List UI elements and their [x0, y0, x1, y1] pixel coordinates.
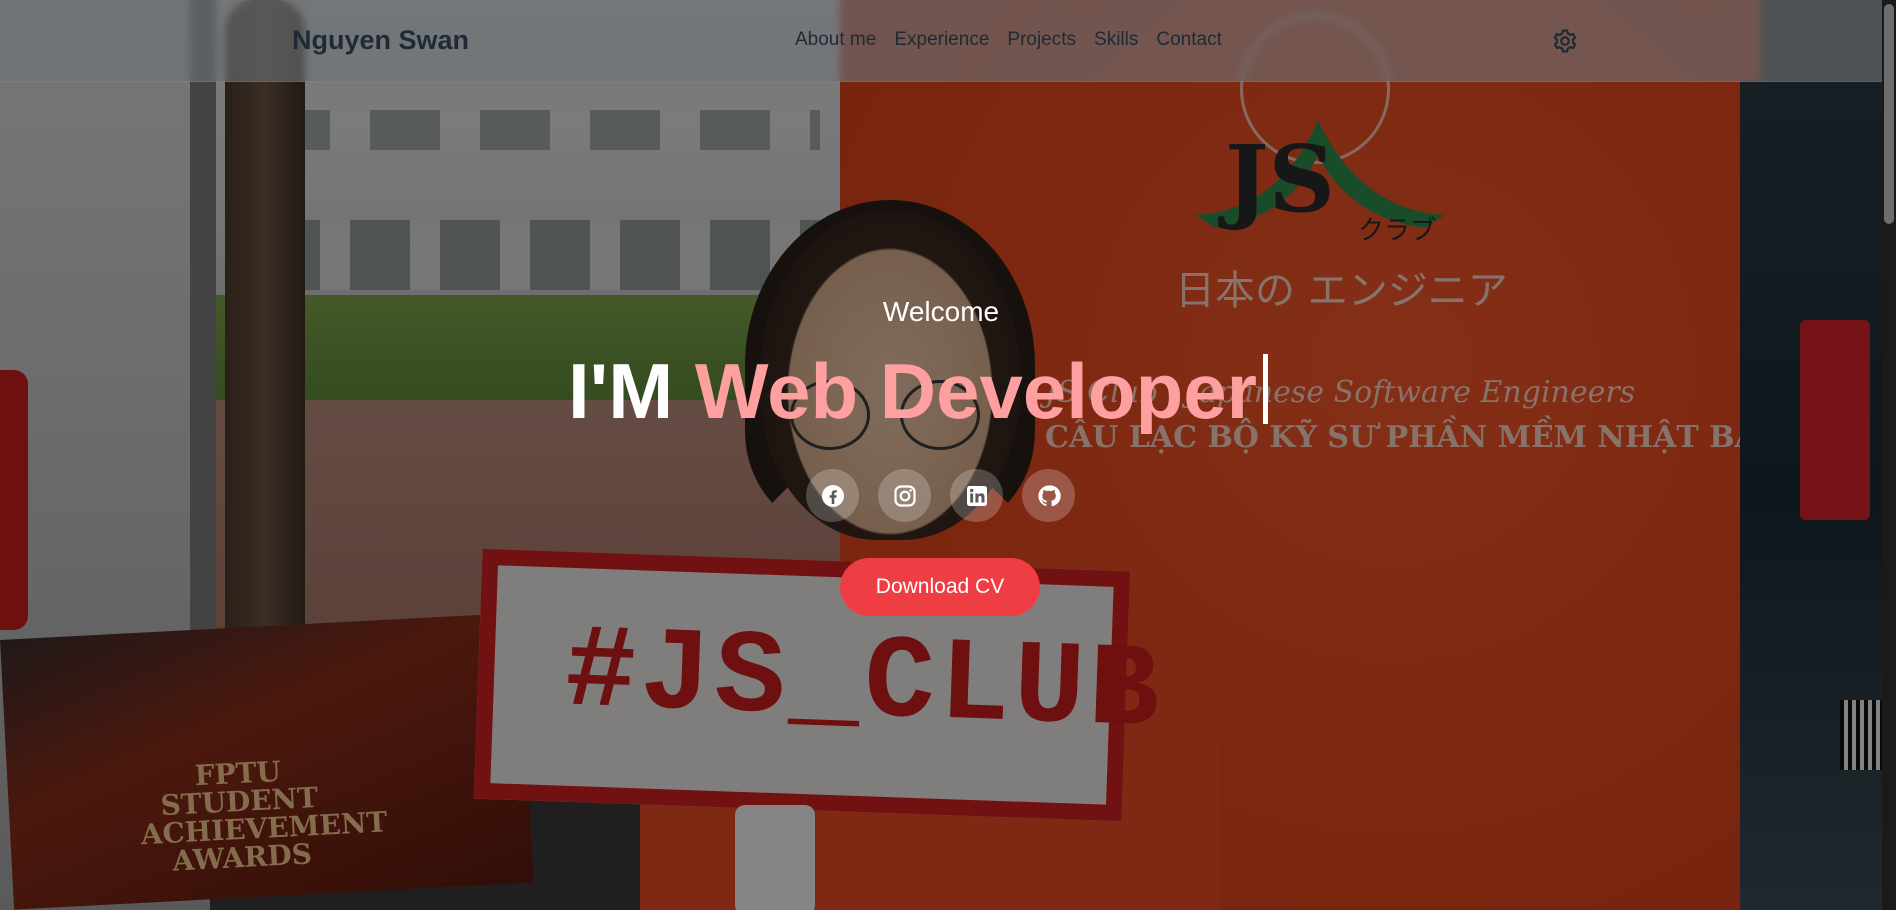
instagram-icon [893, 484, 916, 507]
nav-item-skills[interactable]: Skills [1094, 29, 1138, 51]
headline-role: Web Developer [694, 347, 1257, 435]
linkedin-link[interactable] [950, 469, 1003, 522]
download-cv-button[interactable]: Download CV [840, 558, 1040, 616]
gear-icon[interactable] [1552, 28, 1578, 54]
nav-item-projects[interactable]: Projects [1007, 29, 1076, 51]
nav-item-about[interactable]: About me [795, 29, 876, 51]
github-link[interactable] [1022, 469, 1075, 522]
brand-name[interactable]: Nguyen Swan [292, 25, 469, 56]
nav-links: About me Experience Projects Skills Cont… [795, 29, 1222, 51]
social-links [806, 469, 1075, 522]
instagram-link[interactable] [878, 469, 931, 522]
page-scrollbar[interactable] [1882, 0, 1896, 910]
facebook-icon [821, 484, 844, 507]
typing-caret [1262, 354, 1268, 424]
scrollbar-thumb[interactable] [1884, 4, 1894, 224]
hero-section: JS クラブ 日本の エンジニア JS Club · Japanese Soft… [0, 0, 1896, 910]
nav-item-experience[interactable]: Experience [894, 29, 989, 51]
linkedin-icon [966, 485, 987, 506]
navbar: Nguyen Swan About me Experience Projects… [0, 0, 1896, 82]
github-icon [1037, 484, 1061, 506]
nav-item-contact[interactable]: Contact [1156, 29, 1221, 51]
headline: I'M Web Developer [568, 346, 1268, 436]
facebook-link[interactable] [806, 469, 859, 522]
hero-dark-overlay [0, 0, 1896, 910]
headline-prefix: I'M [568, 347, 695, 435]
welcome-text: Welcome [882, 296, 1000, 327]
